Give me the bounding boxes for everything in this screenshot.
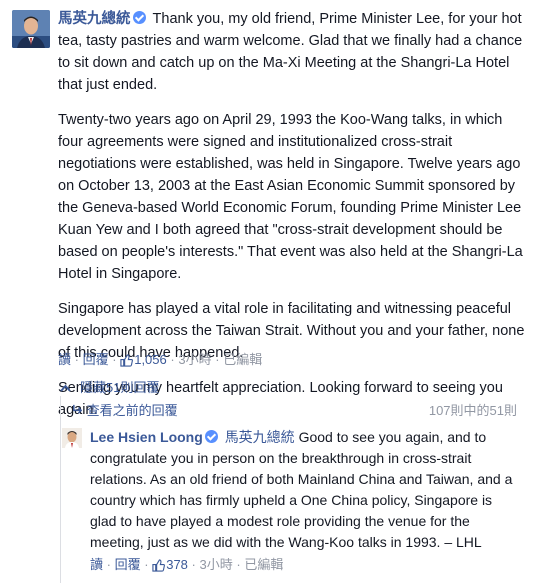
separator: · bbox=[74, 352, 79, 367]
timestamp[interactable]: 3小時 bbox=[200, 557, 233, 572]
separator: · bbox=[191, 557, 196, 572]
hide-replies-toggle[interactable]: 隱藏51則回覆 bbox=[60, 379, 159, 397]
separator: · bbox=[236, 557, 241, 572]
edited-label[interactable]: 已編輯 bbox=[244, 557, 283, 572]
like-thumb-icon[interactable] bbox=[152, 558, 166, 578]
verified-badge-icon bbox=[132, 11, 146, 24]
read-link[interactable]: 讀 bbox=[58, 352, 71, 367]
comment-paragraph-2: Twenty-two years ago on April 29, 1993 t… bbox=[58, 112, 523, 282]
like-count[interactable]: 378 bbox=[166, 557, 188, 572]
verified-badge-icon bbox=[204, 430, 218, 443]
timestamp[interactable]: 3小時 bbox=[178, 352, 211, 367]
comment-actions: 讀 · 回覆 · 1,056 · 3小時 · 已編輯 bbox=[58, 350, 262, 373]
view-previous-row: 查看之前的回覆 107則中的51則 bbox=[72, 402, 517, 420]
separator: · bbox=[170, 352, 175, 367]
tagged-user-link[interactable]: 馬英九總統 bbox=[225, 429, 295, 445]
reply-text: Good to see you again, and to congratula… bbox=[90, 429, 513, 550]
author-avatar[interactable] bbox=[12, 10, 50, 48]
reply-actions: 讀 · 回覆 · 378 · 3小時 · 已編輯 bbox=[90, 555, 283, 578]
separator: · bbox=[106, 557, 111, 572]
replies-count: 107則中的51則 bbox=[428, 403, 517, 418]
reply-arrow-icon bbox=[72, 403, 87, 418]
reply-author-link[interactable]: Lee Hsien Loong bbox=[90, 429, 203, 445]
read-link[interactable]: 讀 bbox=[90, 557, 103, 572]
like-count[interactable]: 1,056 bbox=[134, 352, 167, 367]
separator: · bbox=[215, 352, 220, 367]
reply-link[interactable]: 回覆 bbox=[115, 557, 141, 572]
separator: · bbox=[144, 557, 149, 572]
hide-replies-label[interactable]: 隱藏51則回覆 bbox=[80, 380, 159, 395]
chevron-up-icon bbox=[60, 379, 80, 397]
reply-link[interactable]: 回覆 bbox=[83, 352, 109, 367]
comment-author-link[interactable]: 馬英九總統 bbox=[58, 11, 131, 27]
reply-author-avatar[interactable] bbox=[62, 428, 82, 448]
reply-body: Lee Hsien Loong 馬英九總統 Good to see you ag… bbox=[90, 427, 518, 553]
edited-label[interactable]: 已編輯 bbox=[223, 352, 262, 367]
like-thumb-icon[interactable] bbox=[120, 353, 134, 373]
view-previous-replies-link[interactable]: 查看之前的回覆 bbox=[87, 403, 178, 418]
separator: · bbox=[112, 352, 117, 367]
